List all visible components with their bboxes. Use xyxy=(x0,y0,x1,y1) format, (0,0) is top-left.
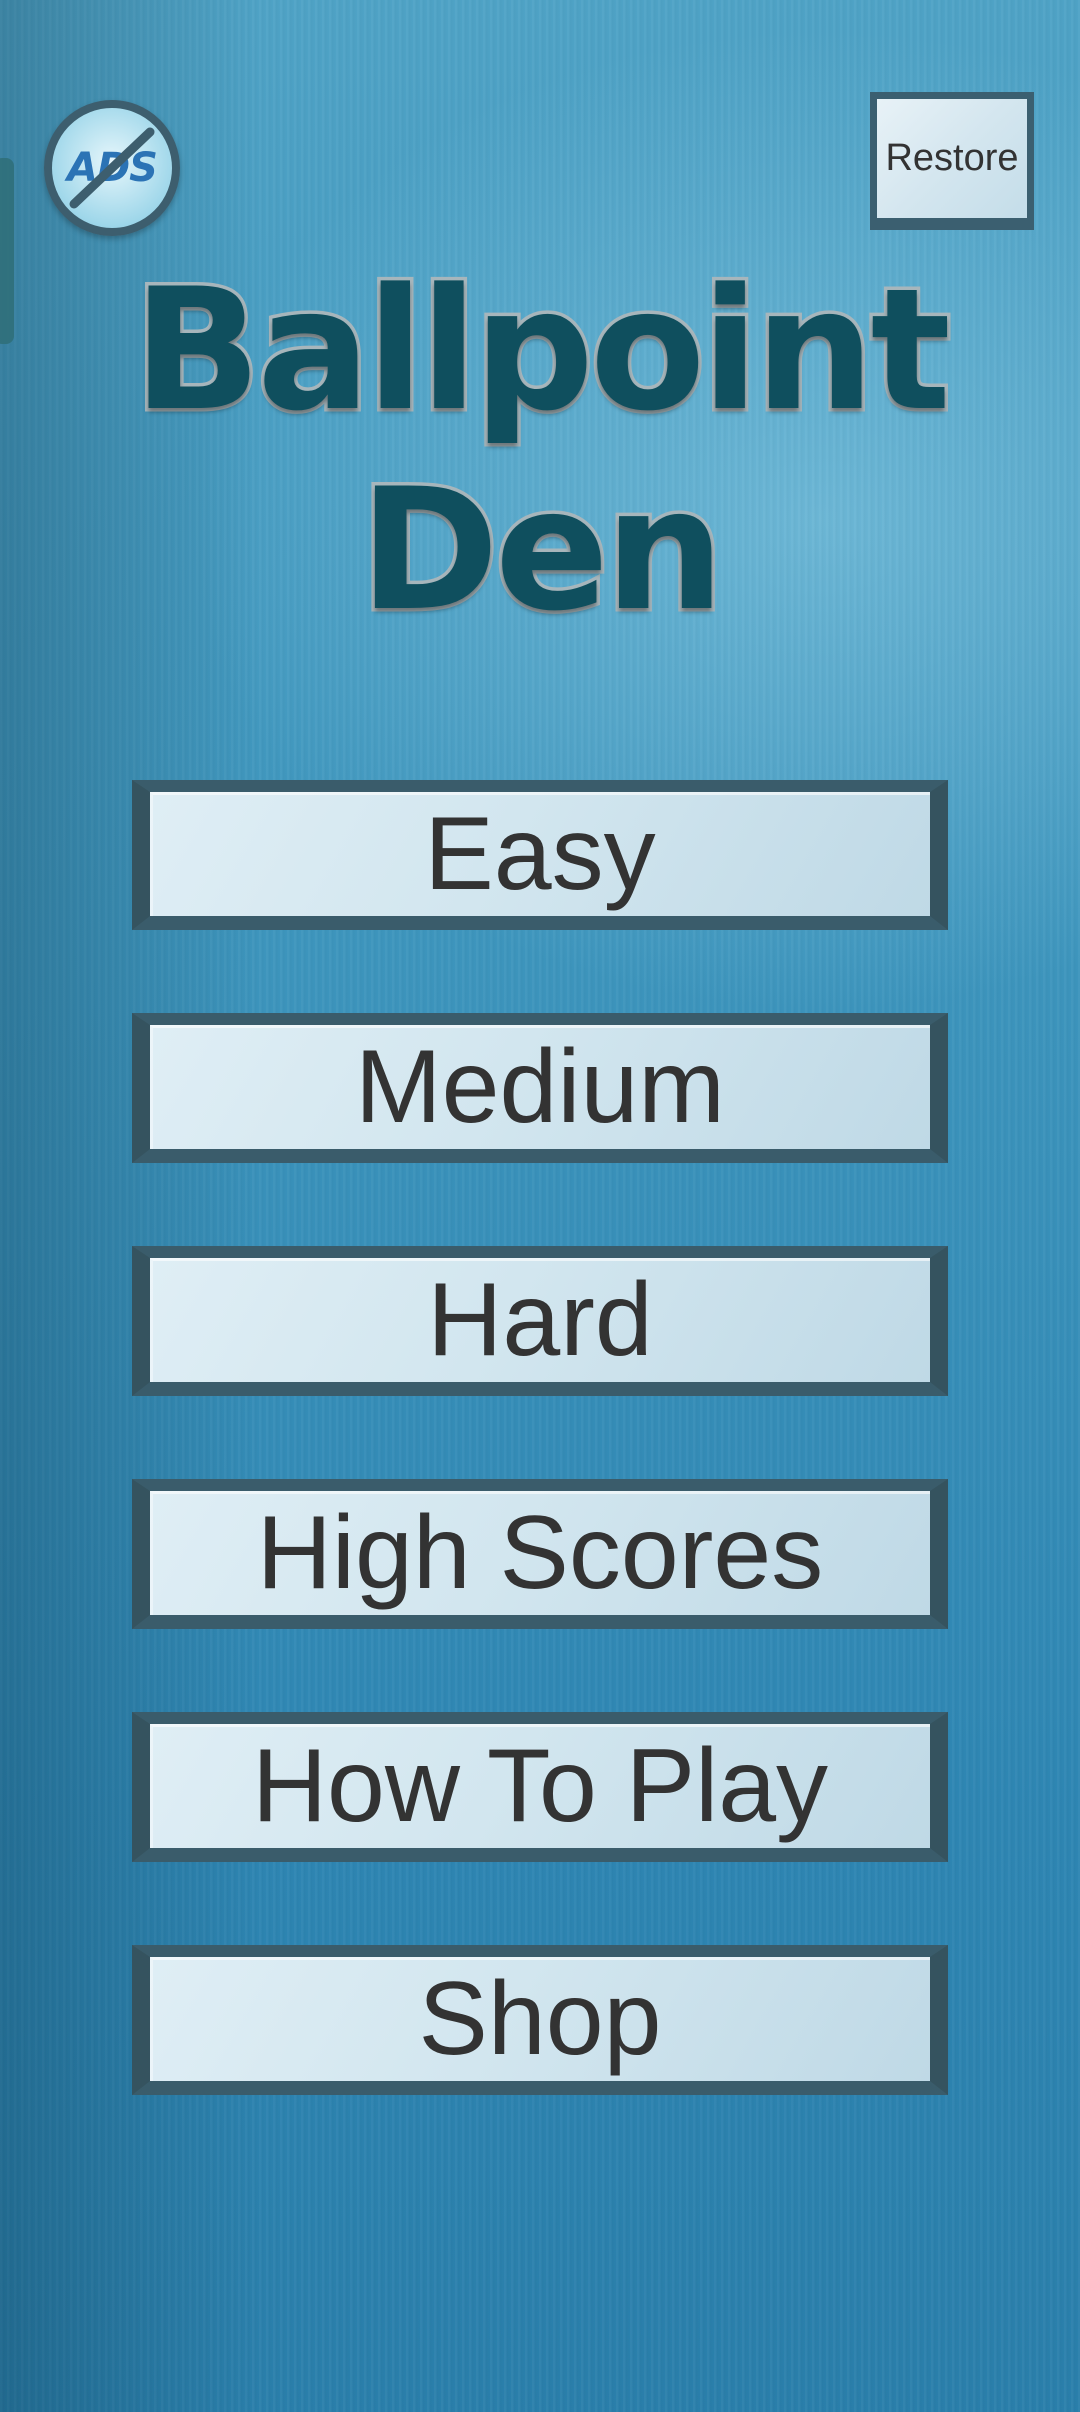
menu-label: Hard xyxy=(427,1262,653,1378)
menu-label: How To Play xyxy=(251,1728,829,1844)
menu-label: Shop xyxy=(418,1961,662,2077)
no-ads-button[interactable]: ADS xyxy=(44,100,180,236)
how-to-play-button[interactable]: How To Play xyxy=(132,1712,948,1862)
title-line-2: Den xyxy=(356,449,728,652)
title-line-1: Ballpoint xyxy=(130,249,955,452)
high-scores-button[interactable]: High Scores xyxy=(132,1479,948,1629)
restore-label: Restore xyxy=(885,137,1019,179)
medium-button[interactable]: Medium xyxy=(132,1013,948,1163)
menu-label: High Scores xyxy=(256,1495,824,1611)
menu-label: Easy xyxy=(424,796,656,912)
easy-button[interactable]: Easy xyxy=(132,780,948,930)
shop-button[interactable]: Shop xyxy=(132,1945,948,2095)
restore-button[interactable]: Restore xyxy=(870,92,1034,230)
menu-label: Medium xyxy=(355,1029,725,1145)
game-title: Ballpoint Den xyxy=(0,249,1080,652)
no-ads-icon xyxy=(69,127,155,209)
main-menu: Easy Medium Hard High Scores How To Play… xyxy=(132,780,948,2178)
hard-button[interactable]: Hard xyxy=(132,1246,948,1396)
